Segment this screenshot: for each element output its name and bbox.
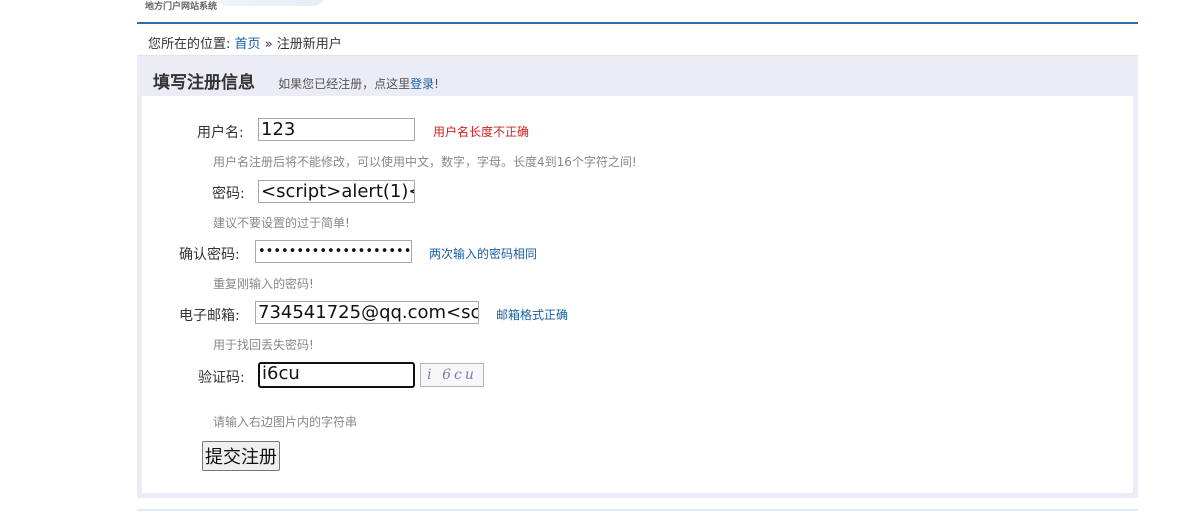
username-input[interactable]: 123 xyxy=(258,118,415,141)
password-input[interactable]: <script>alert(1)</s xyxy=(258,180,415,203)
site-logo-text: 地方门户网站系统 xyxy=(145,2,218,12)
confirm-password-input[interactable]: ••••••••••••••••••••••• xyxy=(255,240,412,263)
breadcrumb-separator: » xyxy=(264,37,273,52)
email-input[interactable]: 734541725@qq.com<scri xyxy=(255,301,479,324)
password-hint: 建议不要设置的过于简单! xyxy=(213,216,350,230)
confirm-password-ok-message: 两次输入的密码相同 xyxy=(429,247,538,261)
confirm-password-label: 确认密码: xyxy=(179,247,240,263)
logo-graphic xyxy=(215,0,325,6)
panel-header: 填写注册信息 如果您已经注册，点这里登录! xyxy=(153,68,439,93)
captcha-input[interactable]: i6cu xyxy=(258,362,415,388)
registration-panel: 填写注册信息 如果您已经注册，点这里登录! 用户名: 123 用户名长度不正确 … xyxy=(137,56,1138,498)
email-ok-message: 邮箱格式正确 xyxy=(496,308,569,322)
login-prompt-text: 如果您已经注册，点这里 xyxy=(278,77,411,91)
captcha-hint: 请输入右边图片内的字符串 xyxy=(213,415,358,429)
captcha-image[interactable]: i 6cu xyxy=(420,363,484,387)
registration-form: 用户名: 123 用户名长度不正确 用户名注册后将不能修改，可以使用中文，数字，… xyxy=(142,96,1133,493)
username-hint: 用户名注册后将不能修改，可以使用中文，数字，字母。长度4到16个字符之间! xyxy=(213,155,637,169)
username-error-message: 用户名长度不正确 xyxy=(433,125,530,139)
login-prompt: 如果您已经注册，点这里登录! xyxy=(278,77,439,91)
email-label: 电子邮箱: xyxy=(179,308,240,324)
breadcrumb: 您所在的位置: 首页 » 注册新用户 xyxy=(137,24,1138,56)
confirm-password-hint: 重复刚输入的密码! xyxy=(213,277,314,291)
login-link[interactable]: 登录 xyxy=(410,77,434,91)
panel-title: 填写注册信息 xyxy=(153,73,255,93)
captcha-label: 验证码: xyxy=(198,370,245,386)
submit-register-button[interactable]: 提交注册 xyxy=(202,441,280,471)
username-label: 用户名: xyxy=(197,125,244,141)
email-hint: 用于找回丢失密码! xyxy=(213,338,314,352)
login-prompt-suffix: ! xyxy=(434,77,439,91)
footer-divider xyxy=(137,509,1138,511)
breadcrumb-prefix: 您所在的位置: xyxy=(148,37,231,52)
breadcrumb-home-link[interactable]: 首页 xyxy=(235,37,261,52)
breadcrumb-current: 注册新用户 xyxy=(276,37,342,52)
password-label: 密码: xyxy=(212,186,245,202)
